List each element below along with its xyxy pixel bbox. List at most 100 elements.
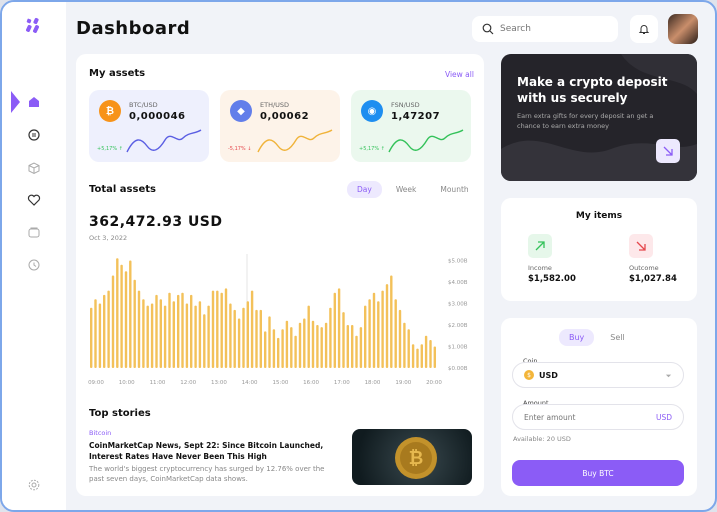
tab-month[interactable]: Mounth [430,181,478,198]
tab-sell[interactable]: Sell [600,329,634,346]
app-logo-icon[interactable] [25,17,43,35]
chart-bar [103,294,106,368]
chart-bar [285,320,289,368]
chart-bar [250,290,254,368]
main-panel: My assets View all ₿ BTC/USD 0,000046 +5,17… [76,54,484,496]
chart-bar [355,335,358,368]
story-image[interactable]: ₿ [352,429,472,485]
chart-bar [111,275,115,368]
coin-value: USD [539,370,558,380]
chart-bar [137,290,141,368]
tab-week[interactable]: Week [386,181,427,198]
chart-bar [294,335,297,368]
chart-bar [150,303,154,368]
y-tick-label: $3.00B [448,302,468,308]
chart-bar [385,284,389,368]
asset-card[interactable]: ◉ FSN/USD 1,47207 +5,17% ↑ [351,90,471,162]
chart-bar [94,299,97,368]
chart-bar [364,305,367,368]
income-label: Income [528,264,552,272]
x-tick-label: 09:00 [88,380,104,386]
chart-bar [281,329,284,368]
chart-bar [255,309,258,368]
tab-buy[interactable]: Buy [559,329,595,346]
chart-bar [198,301,202,368]
my-items-card: My items Income $1,582.00 Outcome $1,027… [501,198,697,301]
amount-currency: USD [655,412,672,422]
chart-bar [424,335,428,368]
chart-bar [407,329,410,368]
amount-field[interactable]: USD [512,404,684,430]
asset-pair: ETH/USD [260,101,290,109]
chart-bar [342,312,345,368]
chart-bar [398,309,402,368]
asset-change: +5,17% ↑ [359,146,385,152]
avatar[interactable] [668,14,698,44]
asset-value: 0,000046 [129,111,186,122]
chart-bar [264,331,267,368]
dollar-coin-icon: $ [524,370,534,380]
chart-bar [411,344,415,368]
buy-btc-button[interactable]: Buy BTC [512,460,684,486]
search-icon [482,23,494,35]
income-value: $1,582.00 [528,274,576,284]
asset-pair: BTC/USD [129,101,158,109]
tab-day[interactable]: Day [347,181,382,198]
my-assets-title: My assets [89,68,146,79]
search-bar[interactable] [472,16,618,42]
chart-bar [216,290,219,368]
total-amount: 362,472.93 USD [89,214,223,230]
nav-box[interactable] [25,159,43,177]
search-input[interactable] [500,24,600,34]
asset-card[interactable]: ◆ ETH/USD 0,00062 -5,17% ↓ [220,90,340,162]
chart-bar [190,294,193,368]
coin-select[interactable]: $ USD [512,362,684,388]
app-window: Dashboard My assets View all ₿ BTC/USD 0,0… [0,0,717,512]
chart-bar [90,307,93,368]
chart-bar [351,325,354,368]
x-tick-label: 11:00 [150,380,166,386]
svg-text:₿: ₿ [409,448,424,469]
chart-bar [142,299,145,368]
x-tick-label: 19:00 [395,380,411,386]
deposit-promo-card: Make a crypto deposit with us securely E… [501,54,697,181]
notifications-button[interactable] [630,15,658,43]
chart-bar [220,292,223,368]
nav-wallet[interactable] [25,223,43,241]
chart-bar [359,327,363,368]
outcome-value: $1,027.84 [629,274,677,284]
story-headline[interactable]: CoinMarketCap News, Sept 22: Since Bitco… [89,440,345,462]
nav-settings[interactable] [25,476,43,494]
trade-card: Buy Sell Coin $ USD Amount USD Available… [501,318,697,496]
chart-bar [242,307,245,368]
asset-value: 0,00062 [260,111,310,122]
asset-sparkline [257,129,333,153]
nav-exchange[interactable] [25,126,43,144]
total-date: Oct 3, 2022 [89,234,128,242]
y-tick-label: $5.00B [448,259,468,265]
chart-bar [303,318,306,368]
view-all-link[interactable]: View all [445,70,474,79]
chart-bar [316,325,319,368]
my-items-title: My items [575,211,623,221]
chart-bar [324,322,328,368]
promo-arrow-button[interactable] [656,139,680,163]
chart-bar [98,303,102,368]
nav-history[interactable] [25,256,43,274]
total-assets-chart: $5.00B $4.00B $3.00B $2.00B $1.00B $0.00B 09:0… [88,254,468,386]
asset-card[interactable]: ₿ BTC/USD 0,000046 +5,17% ↑ [89,90,209,162]
bell-icon [638,25,650,34]
story-tag[interactable]: Bitcoin [89,429,111,437]
y-tick-label: $0.00B [448,366,468,372]
nav-favorites[interactable] [25,191,43,209]
asset-change: -5,17% ↓ [228,146,252,152]
asset-pair: FSN/USD [391,101,420,109]
chart-bar [233,309,236,368]
chart-bar [229,303,232,368]
fusion-icon: ◉ [361,100,383,122]
nav-home[interactable] [25,93,43,111]
amount-input[interactable] [524,412,656,422]
chart-bar [433,346,436,368]
x-tick-label: 10:00 [119,380,135,386]
wallet-icon [28,227,40,238]
